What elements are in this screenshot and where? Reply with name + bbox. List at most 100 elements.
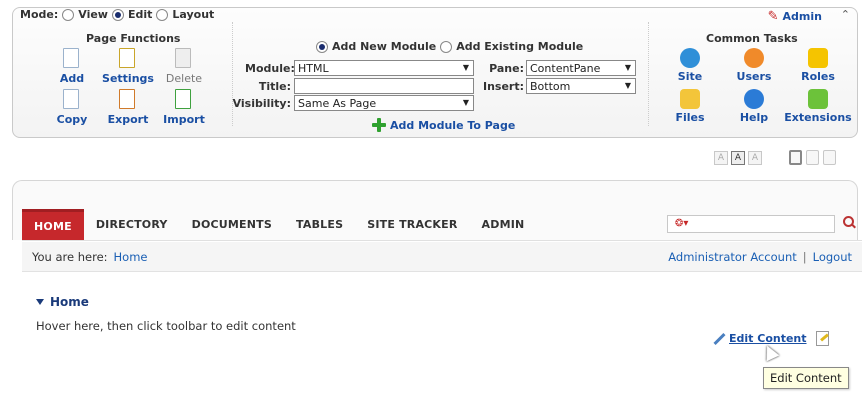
import-page-icon bbox=[175, 89, 193, 111]
pane-label: Pane: bbox=[489, 62, 524, 75]
mode-view-radio[interactable] bbox=[62, 8, 75, 21]
page-functions-grid: Add Settings Delete Copy Export Import bbox=[44, 48, 212, 126]
delete-page-label: Delete bbox=[165, 72, 203, 85]
settings-page-label: Settings bbox=[102, 72, 154, 85]
module-title[interactable]: Home bbox=[36, 295, 89, 309]
nav-documents[interactable]: DOCUMENTS bbox=[180, 209, 284, 240]
divider bbox=[232, 22, 233, 126]
module-title-text: Home bbox=[50, 295, 89, 309]
title-input[interactable] bbox=[294, 78, 474, 94]
site-button[interactable]: Site bbox=[658, 48, 722, 83]
width-medium-button[interactable] bbox=[806, 150, 819, 165]
breadcrumb-home-link[interactable]: Home bbox=[114, 250, 148, 264]
common-tasks-grid: Site Users Roles Files Help Extensions bbox=[658, 48, 852, 124]
export-page-button[interactable]: Export bbox=[100, 89, 156, 126]
mode-view-label[interactable]: View bbox=[78, 8, 108, 21]
nav-home[interactable]: HOME bbox=[22, 209, 84, 240]
insert-select[interactable]: Bottom bbox=[526, 78, 636, 94]
copy-page-icon bbox=[63, 89, 81, 111]
search-icon[interactable] bbox=[843, 216, 855, 228]
module-label: Module: bbox=[245, 62, 295, 75]
user-links-separator: | bbox=[802, 249, 807, 264]
files-button[interactable]: Files bbox=[658, 89, 722, 124]
divider bbox=[648, 22, 649, 126]
pencil-icon bbox=[713, 333, 725, 345]
module-select[interactable]: HTML bbox=[294, 60, 474, 76]
files-label: Files bbox=[675, 111, 705, 124]
copy-page-label: Copy bbox=[56, 113, 88, 126]
mode-edit-label[interactable]: Edit bbox=[128, 8, 152, 21]
search-engine-dropdown-icon[interactable]: ❂▾ bbox=[675, 218, 688, 229]
mode-selector: Mode: View Edit Layout bbox=[20, 8, 214, 21]
export-page-label: Export bbox=[107, 113, 149, 126]
title-label: Title: bbox=[258, 80, 291, 93]
nav-site-tracker[interactable]: SITE TRACKER bbox=[355, 209, 469, 240]
text-size-small-button[interactable]: A bbox=[714, 151, 728, 165]
add-module-button[interactable]: Add Module To Page bbox=[372, 118, 515, 132]
help-button[interactable]: Help bbox=[722, 89, 786, 124]
text-size-medium-button[interactable]: A bbox=[731, 151, 745, 165]
settings-page-icon bbox=[119, 48, 137, 70]
add-new-module-radio[interactable] bbox=[316, 40, 328, 53]
puzzle-extensions-icon bbox=[808, 89, 828, 109]
user-account-link[interactable]: Administrator Account bbox=[668, 250, 796, 264]
add-page-label: Add bbox=[59, 72, 85, 85]
roles-label: Roles bbox=[801, 70, 835, 83]
copy-page-button[interactable]: Copy bbox=[44, 89, 100, 126]
logout-link[interactable]: Logout bbox=[813, 250, 852, 264]
search-input[interactable] bbox=[667, 215, 835, 233]
add-page-button[interactable]: Add bbox=[44, 48, 100, 85]
breadcrumb: You are here: Home Administrator Account… bbox=[22, 242, 862, 272]
users-label: Users bbox=[736, 70, 772, 83]
roles-button[interactable]: Roles bbox=[786, 48, 850, 83]
delete-page-button: Delete bbox=[156, 48, 212, 85]
import-page-button[interactable]: Import bbox=[156, 89, 212, 126]
user-links: Administrator Account | Logout bbox=[668, 250, 852, 264]
visibility-select[interactable]: Same As Page bbox=[294, 95, 474, 111]
mode-edit-radio[interactable] bbox=[111, 8, 124, 21]
nav-directory[interactable]: DIRECTORY bbox=[84, 209, 180, 240]
breadcrumb-label: You are here: bbox=[32, 249, 108, 264]
mode-label: Mode: bbox=[20, 8, 59, 21]
edit-document-icon[interactable] bbox=[816, 331, 829, 346]
delete-page-icon bbox=[175, 48, 193, 70]
page-width-controls bbox=[789, 150, 836, 165]
common-tasks-heading: Common Tasks bbox=[706, 32, 798, 45]
collapse-icon[interactable]: ⌃ bbox=[841, 8, 850, 21]
text-size-large-button[interactable]: A bbox=[748, 151, 762, 165]
add-new-module-label[interactable]: Add New Module bbox=[332, 40, 436, 53]
admin-link[interactable]: ✎ Admin bbox=[768, 9, 822, 24]
nav-tables[interactable]: TABLES bbox=[284, 209, 355, 240]
extensions-label: Extensions bbox=[784, 111, 852, 124]
site-label: Site bbox=[677, 70, 703, 83]
export-page-icon bbox=[119, 89, 137, 111]
width-narrow-button[interactable] bbox=[789, 150, 802, 165]
add-existing-module-radio[interactable] bbox=[440, 40, 453, 53]
module-content: Hover here, then click toolbar to edit c… bbox=[36, 319, 296, 333]
add-existing-module-label[interactable]: Add Existing Module bbox=[456, 40, 583, 53]
lock-roles-icon bbox=[808, 48, 828, 68]
nav-admin[interactable]: ADMIN bbox=[470, 209, 537, 240]
add-page-icon bbox=[63, 48, 81, 70]
folder-icon bbox=[680, 89, 700, 109]
plus-icon bbox=[372, 118, 386, 132]
edit-content-link[interactable]: Edit Content bbox=[713, 332, 807, 345]
help-icon bbox=[744, 89, 764, 109]
collapse-triangle-icon[interactable] bbox=[36, 299, 44, 305]
admin-label[interactable]: Admin bbox=[783, 10, 822, 23]
mode-layout-label[interactable]: Layout bbox=[172, 8, 214, 21]
page-functions-heading: Page Functions bbox=[86, 32, 181, 45]
site-globe-icon bbox=[680, 48, 700, 68]
help-label: Help bbox=[739, 111, 769, 124]
users-button[interactable]: Users bbox=[722, 48, 786, 83]
width-wide-button[interactable] bbox=[823, 150, 836, 165]
add-module-options: Add New Module Add Existing Module bbox=[316, 40, 583, 53]
edit-content-label: Edit Content bbox=[729, 332, 807, 345]
settings-page-button[interactable]: Settings bbox=[100, 48, 156, 85]
pane-select[interactable]: ContentPane bbox=[526, 60, 636, 76]
insert-label: Insert: bbox=[482, 80, 524, 93]
extensions-button[interactable]: Extensions bbox=[784, 89, 852, 124]
mode-layout-radio[interactable] bbox=[156, 8, 169, 21]
visibility-label: Visibility: bbox=[232, 97, 291, 110]
import-page-label: Import bbox=[163, 113, 205, 126]
